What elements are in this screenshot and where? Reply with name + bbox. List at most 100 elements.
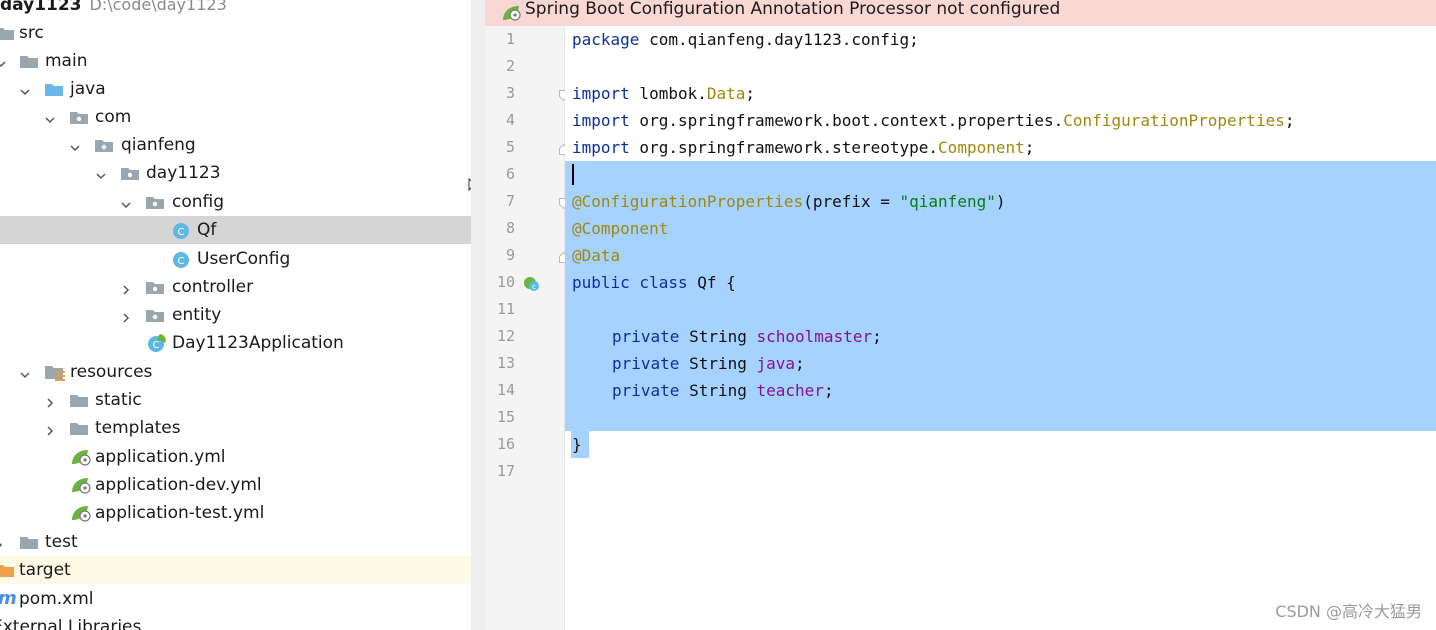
line-number: 11 bbox=[496, 300, 515, 318]
spring-class-icon: C bbox=[146, 333, 168, 353]
tree-item-com[interactable]: com bbox=[0, 103, 471, 131]
tree-item-label: src bbox=[19, 23, 44, 43]
line-number: 1 bbox=[505, 30, 515, 48]
resources-folder-icon bbox=[45, 362, 67, 382]
line-number: 17 bbox=[496, 462, 515, 480]
code-line-12: private String schoolmaster; bbox=[612, 327, 882, 346]
tree-item-external-libraries[interactable]: External Libraries bbox=[0, 613, 471, 630]
code-line-14: private String teacher; bbox=[612, 381, 834, 400]
banner-text: Spring Boot Configuration Annotation Pro… bbox=[525, 0, 1061, 19]
tree-item-pom-xml[interactable]: m pom.xml bbox=[0, 585, 471, 613]
chevron-down-icon[interactable] bbox=[20, 365, 30, 379]
line-number: 3 bbox=[505, 84, 515, 102]
line-number: 5 bbox=[505, 138, 515, 156]
tree-item-qianfeng[interactable]: qianfeng bbox=[0, 131, 471, 159]
tree-item-main[interactable]: main bbox=[0, 47, 471, 75]
chevron-right-icon[interactable] bbox=[121, 308, 131, 323]
tree-item-label: UserConfig bbox=[197, 249, 291, 269]
tree-item-resources[interactable]: resources bbox=[0, 358, 471, 386]
folder-icon bbox=[70, 420, 88, 436]
tree-item-src[interactable]: src bbox=[0, 19, 471, 47]
class-icon: C bbox=[172, 251, 190, 268]
tree-item-label: test bbox=[45, 532, 78, 552]
tree-item-templates[interactable]: templates bbox=[0, 414, 471, 442]
tree-scrollbar[interactable] bbox=[471, 0, 485, 630]
tree-item-label: templates bbox=[95, 418, 181, 438]
project-tree: day1123 D:\code\day1123 src main java com… bbox=[0, 0, 471, 630]
chevron-right-icon[interactable] bbox=[121, 280, 131, 295]
tree-item-label: External Libraries bbox=[0, 617, 142, 630]
chevron-down-icon[interactable] bbox=[121, 195, 131, 209]
code-line-16: } bbox=[572, 435, 582, 454]
tree-item-controller[interactable]: controller bbox=[0, 273, 471, 301]
tree-item-application-yml[interactable]: application.yml bbox=[0, 443, 471, 471]
line-number: 9 bbox=[505, 246, 515, 264]
code-line-10: public class Qf { bbox=[572, 273, 736, 292]
chevron-down-icon[interactable] bbox=[70, 138, 80, 152]
tree-item-day1123[interactable]: day1123 bbox=[0, 159, 471, 187]
tree-item-label: application-test.yml bbox=[95, 503, 265, 523]
chevron-down-icon[interactable] bbox=[20, 82, 30, 96]
code-line-4: import org.springframework.boot.context.… bbox=[572, 111, 1295, 130]
tree-item-label: main bbox=[45, 51, 88, 71]
tree-item-application-test-yml[interactable]: application-test.yml bbox=[0, 499, 471, 527]
package-icon bbox=[95, 137, 113, 153]
tree-item-label: java bbox=[70, 79, 106, 99]
class-icon: C bbox=[172, 222, 190, 239]
package-icon bbox=[146, 279, 164, 295]
package-icon bbox=[121, 165, 139, 181]
code-line-5: import org.springframework.stereotype.Co… bbox=[572, 138, 1035, 157]
tree-item-label: entity bbox=[172, 305, 222, 325]
chevron-down-icon[interactable] bbox=[45, 110, 55, 124]
tree-root-label: day1123 bbox=[0, 0, 82, 15]
line-number: 6 bbox=[505, 165, 515, 183]
svg-text:C: C bbox=[153, 340, 160, 351]
code-line-7: @ConfigurationProperties(prefix = "qianf… bbox=[572, 192, 1006, 211]
tree-item-target[interactable]: target bbox=[0, 556, 471, 584]
tree-item-label: application.yml bbox=[95, 447, 226, 467]
tree-item-day1123application[interactable]: C Day1123Application bbox=[0, 329, 471, 357]
tree-root[interactable]: day1123 D:\code\day1123 bbox=[0, 0, 471, 19]
tree-item-label: Day1123Application bbox=[172, 333, 344, 353]
tree-item-qf[interactable]: C Qf bbox=[0, 216, 471, 244]
package-icon bbox=[146, 194, 164, 210]
chevron-right-icon[interactable] bbox=[45, 393, 55, 408]
spring-boot-icon bbox=[501, 3, 523, 23]
tree-item-label: config bbox=[172, 192, 225, 212]
chevron-down-icon[interactable] bbox=[0, 54, 6, 68]
tree-item-static[interactable]: static bbox=[0, 386, 471, 414]
line-number: 10 bbox=[496, 273, 515, 291]
tree-item-config[interactable]: config bbox=[0, 188, 471, 216]
package-icon bbox=[146, 307, 164, 323]
chevron-right-icon[interactable] bbox=[45, 421, 55, 436]
line-number: 15 bbox=[496, 408, 515, 426]
tree-item-userconfig[interactable]: C UserConfig bbox=[0, 245, 471, 273]
tree-item-java[interactable]: java bbox=[0, 75, 471, 103]
chevron-right-icon[interactable] bbox=[0, 535, 4, 548]
line-number: 14 bbox=[496, 381, 515, 399]
spring-bean-icon[interactable]: c bbox=[522, 274, 540, 297]
chevron-down-icon[interactable] bbox=[96, 166, 106, 180]
code-line-9: @Data bbox=[572, 246, 621, 265]
editor-gutter[interactable]: 1 2 3 4 5 6 7 8 9 10 11 12 13 14 15 16 1… bbox=[485, 26, 568, 630]
tree-item-application-dev-yml[interactable]: application-dev.yml bbox=[0, 471, 471, 499]
tree-item-test[interactable]: test bbox=[0, 528, 471, 556]
code-editor[interactable]: package com.qianfeng.day1123.config; imp… bbox=[565, 26, 1436, 630]
spring-yml-icon bbox=[70, 447, 92, 467]
code-line-8: @Component bbox=[572, 219, 669, 238]
spring-yml-icon bbox=[70, 503, 92, 523]
tree-item-label: pom.xml bbox=[19, 589, 94, 609]
code-line-3: import lombok.Data; bbox=[572, 84, 756, 103]
watermark: CSDN @高冷大猛男 bbox=[1275, 602, 1422, 621]
svg-text:C: C bbox=[178, 227, 185, 238]
folder-icon bbox=[0, 25, 14, 41]
tree-item-entity[interactable]: entity bbox=[0, 301, 471, 329]
source-folder-icon bbox=[45, 81, 63, 97]
spring-yml-icon bbox=[70, 475, 92, 495]
tree-item-label: day1123 bbox=[146, 163, 221, 183]
tree-item-label: static bbox=[95, 390, 142, 410]
tree-item-label: resources bbox=[70, 362, 153, 382]
code-line-1: package com.qianfeng.day1123.config; bbox=[572, 30, 919, 49]
svg-text:C: C bbox=[178, 256, 185, 267]
line-number: 2 bbox=[505, 57, 515, 75]
